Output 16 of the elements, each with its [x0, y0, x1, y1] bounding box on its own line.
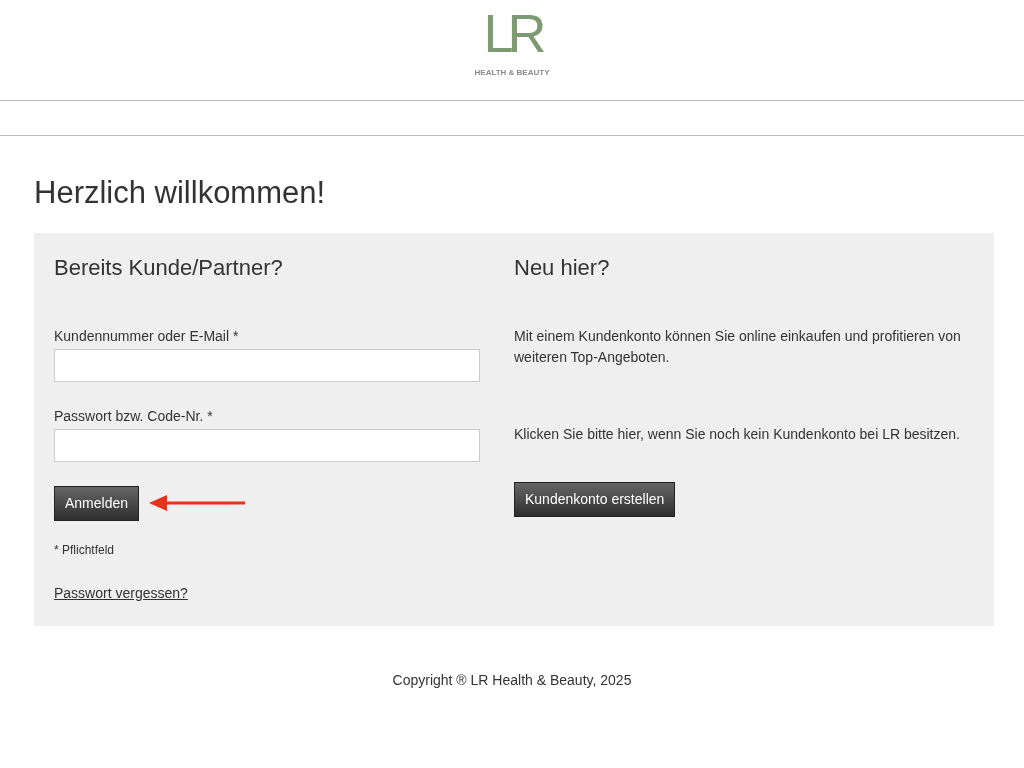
input-field[interactable] — [54, 428, 480, 462]
login-button[interactable]: Anmelden — [54, 485, 140, 521]
required-note: * Pflichtfeld — [54, 541, 116, 559]
info-text: Mit einem Kundenkonto können Sie online einkaufen und profitieren von weiteren Top-Angeboten. — [514, 326, 962, 367]
section-heading: Bereits Kunde/Partner? — [54, 255, 284, 282]
field-label: Passwort bzw. Code-Nr. * — [54, 406, 214, 426]
create-account-button[interactable]: Kundenkonto erstellen — [514, 481, 676, 517]
section-heading: Neu hier? — [514, 255, 611, 282]
copyright-text: Copyright ® LR Health & Beauty, 2025 — [392, 671, 632, 688]
logo-tagline: HEALTH & BEAUTY — [474, 67, 550, 79]
logo: LR — [483, 6, 541, 60]
forgot-password-link[interactable]: Passwort vergessen? — [54, 584, 188, 601]
page-title: Herzlich willkommen! — [34, 174, 327, 212]
field-label: Kundennummer oder E-Mail * — [54, 326, 240, 346]
input-field[interactable] — [54, 348, 480, 382]
info-text: Klicken Sie bitte hier, wenn Sie noch kein Kundenkonto bei LR besitzen. — [514, 424, 961, 444]
